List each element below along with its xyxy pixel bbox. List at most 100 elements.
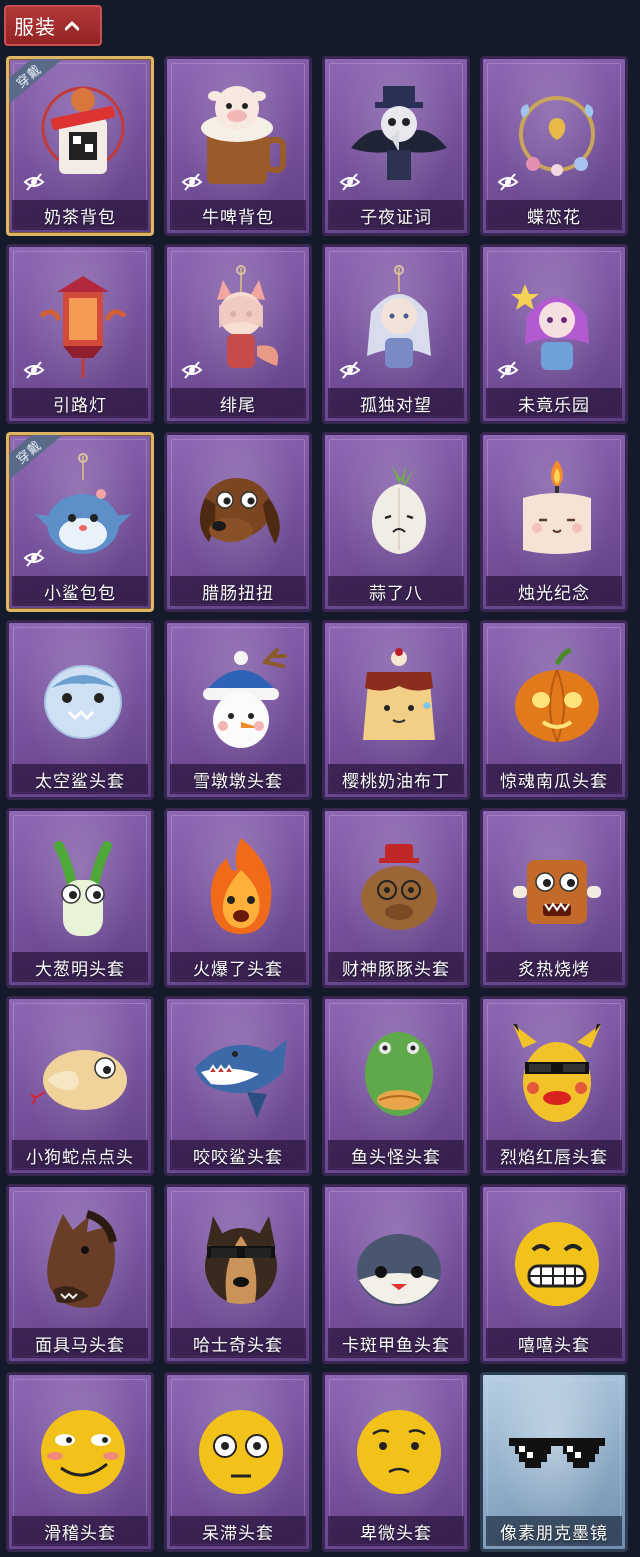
item-name: 子夜证词	[360, 207, 432, 228]
costume-item-card[interactable]: 哈士奇头套	[164, 1184, 312, 1364]
pudding-head-icon	[345, 639, 453, 757]
costume-item-card[interactable]: 火爆了头套	[164, 808, 312, 988]
item-name-bar: 呆滞头套	[170, 1516, 306, 1546]
item-name: 樱桃奶油布丁	[342, 771, 450, 792]
item-name: 腊肠扭扭	[202, 583, 274, 604]
costume-item-card[interactable]: 像素朋克墨镜	[480, 1372, 628, 1552]
item-name-bar: 樱桃奶油布丁	[328, 764, 464, 794]
item-name: 小鲨包包	[44, 583, 116, 604]
costume-item-card[interactable]: 孤独对望	[322, 244, 470, 424]
visibility-off-icon[interactable]	[181, 171, 203, 193]
item-name-bar: 火爆了头套	[170, 952, 306, 982]
item-name: 牛啤背包	[202, 207, 274, 228]
costume-item-card[interactable]: 樱桃奶油布丁	[322, 620, 470, 800]
costume-item-card[interactable]: 咬咬鲨头套	[164, 996, 312, 1176]
item-name-bar: 绯尾	[170, 388, 306, 418]
item-name: 太空鲨头套	[35, 771, 125, 792]
item-name: 蒜了八	[369, 583, 423, 604]
item-name-bar: 哈士奇头套	[170, 1328, 306, 1358]
costume-item-card[interactable]: 大葱明头套	[6, 808, 154, 988]
fish-monster-head-icon	[345, 1015, 453, 1133]
visibility-off-icon[interactable]	[497, 359, 519, 381]
silver-hair-pendant-icon	[345, 263, 453, 381]
candle-head-icon	[503, 451, 611, 569]
costume-item-card[interactable]: 引路灯	[6, 244, 154, 424]
visibility-off-icon[interactable]	[181, 359, 203, 381]
visibility-off-icon[interactable]	[23, 547, 45, 569]
snowman-head-icon	[187, 639, 295, 757]
turtle-head-icon	[345, 1203, 453, 1321]
humble-emoji-head-icon	[345, 1391, 453, 1509]
item-name-bar: 像素朋克墨镜	[486, 1516, 622, 1546]
item-name: 烈焰红唇头套	[500, 1147, 608, 1168]
item-name: 呆滞头套	[202, 1523, 274, 1544]
costume-item-card[interactable]: 蒜了八	[322, 432, 470, 612]
costume-item-card[interactable]: 嘻嘻头套	[480, 1184, 628, 1364]
costume-item-card[interactable]: 烛光纪念	[480, 432, 628, 612]
visibility-off-icon[interactable]	[23, 359, 45, 381]
costume-item-card[interactable]: 未竟乐园	[480, 244, 628, 424]
visibility-off-icon[interactable]	[497, 171, 519, 193]
costume-item-card[interactable]: 卑微头套	[322, 1372, 470, 1552]
bbq-head-icon	[503, 827, 611, 945]
costume-item-card[interactable]: 滑稽头套	[6, 1372, 154, 1552]
costume-item-card[interactable]: 腊肠扭扭	[164, 432, 312, 612]
visibility-off-icon[interactable]	[23, 171, 45, 193]
husky-head-icon	[187, 1203, 295, 1321]
costume-item-card[interactable]: 绯尾	[164, 244, 312, 424]
costume-item-card[interactable]: 卡斑甲鱼头套	[322, 1184, 470, 1364]
costume-item-card[interactable]: 蝶恋花	[480, 56, 628, 236]
costume-item-card[interactable]: 惊魂南瓜头套	[480, 620, 628, 800]
item-name-bar: 蝶恋花	[486, 200, 622, 230]
costume-item-card[interactable]: 子夜证词	[322, 56, 470, 236]
red-lantern-icon	[29, 263, 137, 381]
item-name: 咬咬鲨头套	[193, 1147, 283, 1168]
item-name: 蝶恋花	[527, 207, 581, 228]
costume-item-card[interactable]: 鱼头怪头套	[322, 996, 470, 1176]
costume-item-card[interactable]: 穿戴 小鲨包包	[6, 432, 154, 612]
costume-item-card[interactable]: 雪墩墩头套	[164, 620, 312, 800]
butterfly-wreath-icon	[503, 75, 611, 193]
item-name: 卡斑甲鱼头套	[342, 1335, 450, 1356]
shark-bag-icon	[29, 451, 137, 569]
costume-item-card[interactable]: 烈焰红唇头套	[480, 996, 628, 1176]
capybara-head-icon	[345, 827, 453, 945]
costume-item-card[interactable]: 太空鲨头套	[6, 620, 154, 800]
item-name-bar: 小鲨包包	[12, 576, 148, 606]
item-name-bar: 小狗蛇点点头	[12, 1140, 148, 1170]
item-name-bar: 蒜了八	[328, 576, 464, 606]
item-name: 惊魂南瓜头套	[500, 771, 608, 792]
visibility-off-icon[interactable]	[339, 359, 361, 381]
costume-item-card[interactable]: 牛啤背包	[164, 56, 312, 236]
item-name: 嘻嘻头套	[518, 1335, 590, 1356]
item-name-bar: 卡斑甲鱼头套	[328, 1328, 464, 1358]
item-name: 滑稽头套	[44, 1523, 116, 1544]
item-name-bar: 滑稽头套	[12, 1516, 148, 1546]
item-name: 奶茶背包	[44, 207, 116, 228]
item-name-bar: 未竟乐园	[486, 388, 622, 418]
costume-item-card[interactable]: 穿戴 奶茶背包	[6, 56, 154, 236]
costume-item-card[interactable]: 炙热烧烤	[480, 808, 628, 988]
horse-mask-head-icon	[29, 1203, 137, 1321]
costume-item-card[interactable]: 财神豚豚头套	[322, 808, 470, 988]
costume-section-toggle[interactable]: 服装	[4, 5, 102, 46]
costume-item-card[interactable]: 呆滞头套	[164, 1372, 312, 1552]
item-name-bar: 鱼头怪头套	[328, 1140, 464, 1170]
grin-emoji-head-icon	[503, 1203, 611, 1321]
costume-item-card[interactable]: 面具马头套	[6, 1184, 154, 1364]
item-name-bar: 烛光纪念	[486, 576, 622, 606]
costume-item-card[interactable]: 小狗蛇点点头	[6, 996, 154, 1176]
fire-head-icon	[187, 827, 295, 945]
item-name: 小狗蛇点点头	[26, 1147, 134, 1168]
visibility-off-icon[interactable]	[339, 171, 361, 193]
scallion-head-icon	[29, 827, 137, 945]
item-name: 未竟乐园	[518, 395, 590, 416]
snake-head-icon	[29, 1015, 137, 1133]
item-name: 面具马头套	[35, 1335, 125, 1356]
item-name-bar: 大葱明头套	[12, 952, 148, 982]
item-name-bar: 烈焰红唇头套	[486, 1140, 622, 1170]
item-name-bar: 咬咬鲨头套	[170, 1140, 306, 1170]
item-name-bar: 炙热烧烤	[486, 952, 622, 982]
space-shark-head-icon	[29, 639, 137, 757]
funny-emoji-head-icon	[29, 1391, 137, 1509]
